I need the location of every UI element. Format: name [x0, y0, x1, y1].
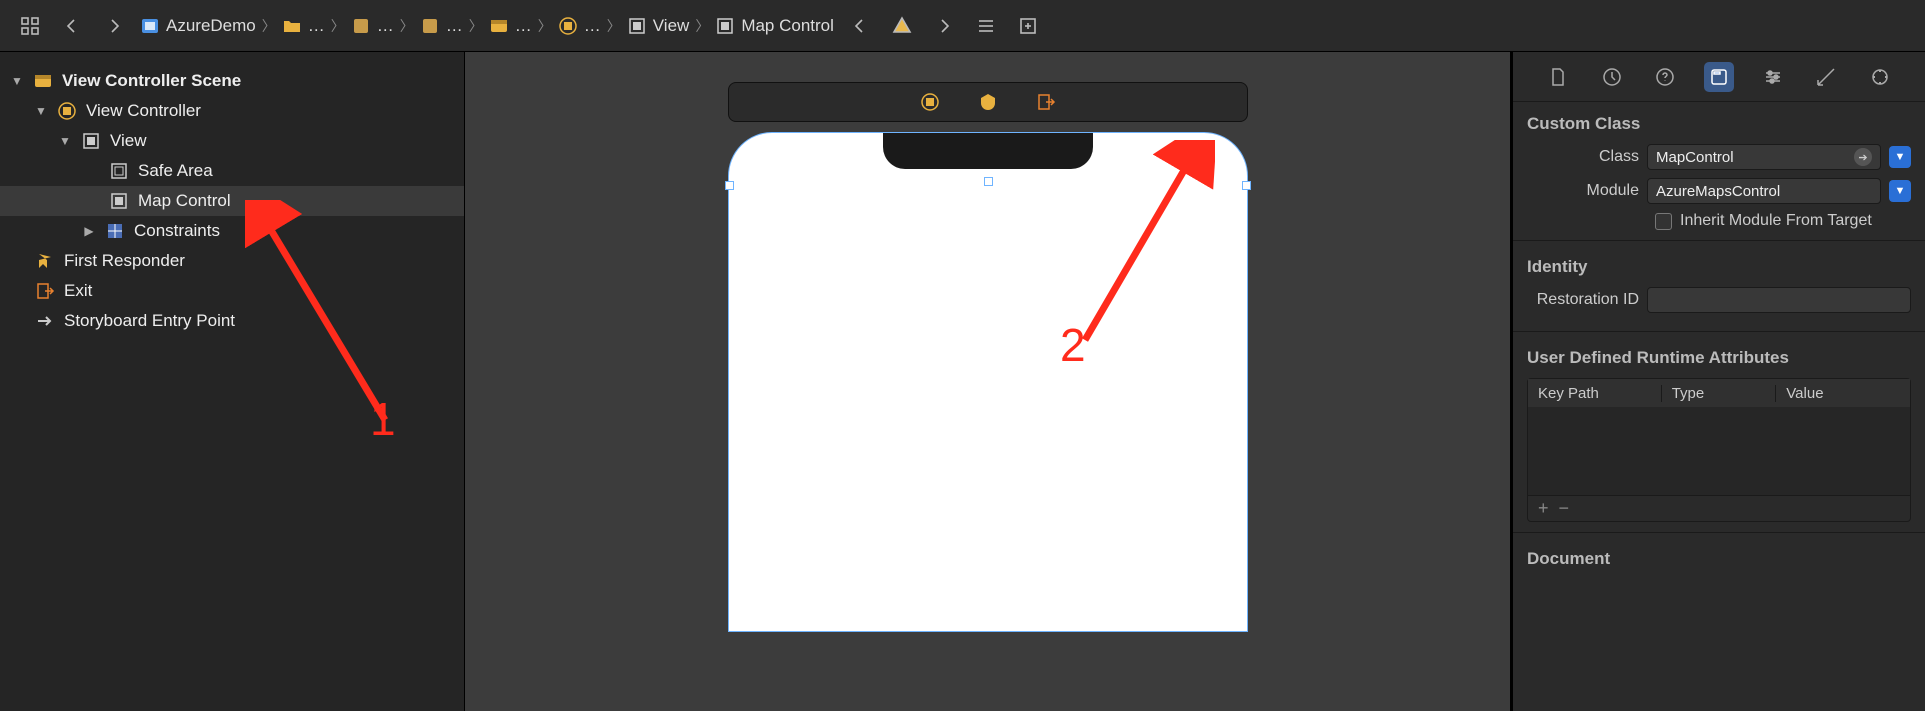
nav-forward-button[interactable] — [98, 10, 130, 42]
restoration-id-label: Restoration ID — [1527, 291, 1639, 309]
scene-icon — [32, 70, 54, 92]
outline-exit-row[interactable]: Exit — [0, 276, 464, 306]
outline-constraints-row[interactable]: ▶ Constraints — [0, 216, 464, 246]
help-inspector-tab[interactable] — [1650, 62, 1680, 92]
class-label: Class — [1527, 148, 1639, 166]
adjust-editor-options-button[interactable] — [970, 10, 1002, 42]
first-responder-icon — [34, 250, 56, 272]
col-type[interactable]: Type — [1662, 385, 1777, 402]
document-section: Document — [1513, 537, 1925, 585]
udra-table-body — [1528, 407, 1910, 495]
add-editor-button[interactable] — [1012, 10, 1044, 42]
inherit-module-checkbox[interactable]: Inherit Module From Target — [1655, 212, 1911, 230]
remove-attribute-button[interactable]: − — [1559, 498, 1570, 519]
identity-section: Identity Restoration ID — [1513, 245, 1925, 327]
scene-icon — [351, 16, 371, 36]
custom-class-section: Custom Class Class MapControl➔ ▼ Module … — [1513, 102, 1925, 236]
udra-table[interactable]: Key Path Type Value + − — [1527, 378, 1911, 522]
checkbox-icon — [1655, 213, 1672, 230]
folder-icon — [282, 16, 302, 36]
identity-inspector-tab[interactable] — [1704, 62, 1734, 92]
outline-safe-area-row[interactable]: Safe Area — [0, 156, 464, 186]
related-items-button[interactable] — [14, 10, 46, 42]
chevron-right-icon: 〉 — [262, 16, 276, 36]
jump-bar: AzureDemo 〉 … 〉 … 〉 … 〉 … 〉 … 〉 View 〉 M… — [0, 0, 1925, 52]
view-icon — [715, 16, 735, 36]
outline-map-control-row[interactable]: Map Control — [0, 186, 464, 216]
file-inspector-tab[interactable] — [1543, 62, 1573, 92]
section-header: User Defined Runtime Attributes — [1527, 348, 1911, 368]
arrow-right-icon — [34, 310, 56, 332]
class-input[interactable]: MapControl➔ — [1647, 144, 1881, 170]
device-preview[interactable] — [728, 132, 1248, 632]
col-key-path[interactable]: Key Path — [1528, 385, 1662, 402]
disclosure-triangle-icon[interactable]: ▼ — [10, 74, 24, 88]
outline-view-row[interactable]: ▼ View — [0, 126, 464, 156]
annotation-label-2: 2 — [1060, 318, 1086, 372]
size-inspector-tab[interactable] — [1811, 62, 1841, 92]
attributes-inspector-tab[interactable] — [1758, 62, 1788, 92]
section-header: Custom Class — [1527, 114, 1911, 134]
restoration-id-input[interactable] — [1647, 287, 1911, 313]
warning-icon[interactable] — [886, 10, 918, 42]
history-inspector-tab[interactable] — [1597, 62, 1627, 92]
section-header: Identity — [1527, 257, 1911, 277]
view-icon — [108, 190, 130, 212]
module-label: Module — [1527, 182, 1639, 200]
circle-vc-icon — [558, 16, 578, 36]
history-back-button[interactable] — [844, 10, 876, 42]
view-icon — [80, 130, 102, 152]
module-dropdown-button[interactable]: ▼ — [1889, 180, 1911, 202]
exit-icon — [34, 280, 56, 302]
jump-to-class-icon[interactable]: ➔ — [1854, 148, 1872, 166]
annotation-label-1: 1 — [370, 392, 396, 446]
resize-handle[interactable] — [725, 181, 734, 190]
connections-inspector-tab[interactable] — [1865, 62, 1895, 92]
col-value[interactable]: Value — [1776, 385, 1910, 402]
history-forward-button[interactable] — [928, 10, 960, 42]
nav-back-button[interactable] — [56, 10, 88, 42]
safe-area-icon — [108, 160, 130, 182]
interface-builder-canvas[interactable] — [465, 52, 1510, 711]
add-attribute-button[interactable]: + — [1538, 498, 1549, 519]
outline-vc-row[interactable]: ▼ View Controller — [0, 96, 464, 126]
resize-handle[interactable] — [1242, 181, 1251, 190]
scene-dock[interactable] — [728, 82, 1248, 122]
circle-vc-icon — [56, 100, 78, 122]
constraints-icon — [104, 220, 126, 242]
scene-icon — [420, 16, 440, 36]
vc-icon — [489, 16, 509, 36]
udra-section: User Defined Runtime Attributes Key Path… — [1513, 336, 1925, 528]
outline-scene-row[interactable]: ▼ View Controller Scene — [0, 66, 464, 96]
inspector-tabs — [1513, 52, 1925, 102]
class-dropdown-button[interactable]: ▼ — [1889, 146, 1911, 168]
resize-handle[interactable] — [984, 177, 993, 186]
device-notch — [883, 133, 1093, 169]
storyboard-file-icon — [140, 16, 160, 36]
view-icon — [627, 16, 647, 36]
outline-entry-point-row[interactable]: Storyboard Entry Point — [0, 306, 464, 336]
module-input[interactable]: AzureMapsControl — [1647, 178, 1881, 204]
document-outline: ▼ View Controller Scene ▼ View Controlle… — [0, 52, 465, 711]
outline-first-responder-row[interactable]: First Responder — [0, 246, 464, 276]
breadcrumb[interactable]: AzureDemo 〉 … 〉 … 〉 … 〉 … 〉 … 〉 View 〉 M… — [140, 16, 834, 36]
first-responder-icon[interactable] — [978, 92, 998, 112]
inspector-panel: Custom Class Class MapControl➔ ▼ Module … — [1510, 52, 1925, 711]
section-header: Document — [1527, 549, 1911, 569]
breadcrumb-project: AzureDemo — [166, 16, 256, 36]
circle-vc-icon[interactable] — [920, 92, 940, 112]
exit-icon[interactable] — [1036, 92, 1056, 112]
